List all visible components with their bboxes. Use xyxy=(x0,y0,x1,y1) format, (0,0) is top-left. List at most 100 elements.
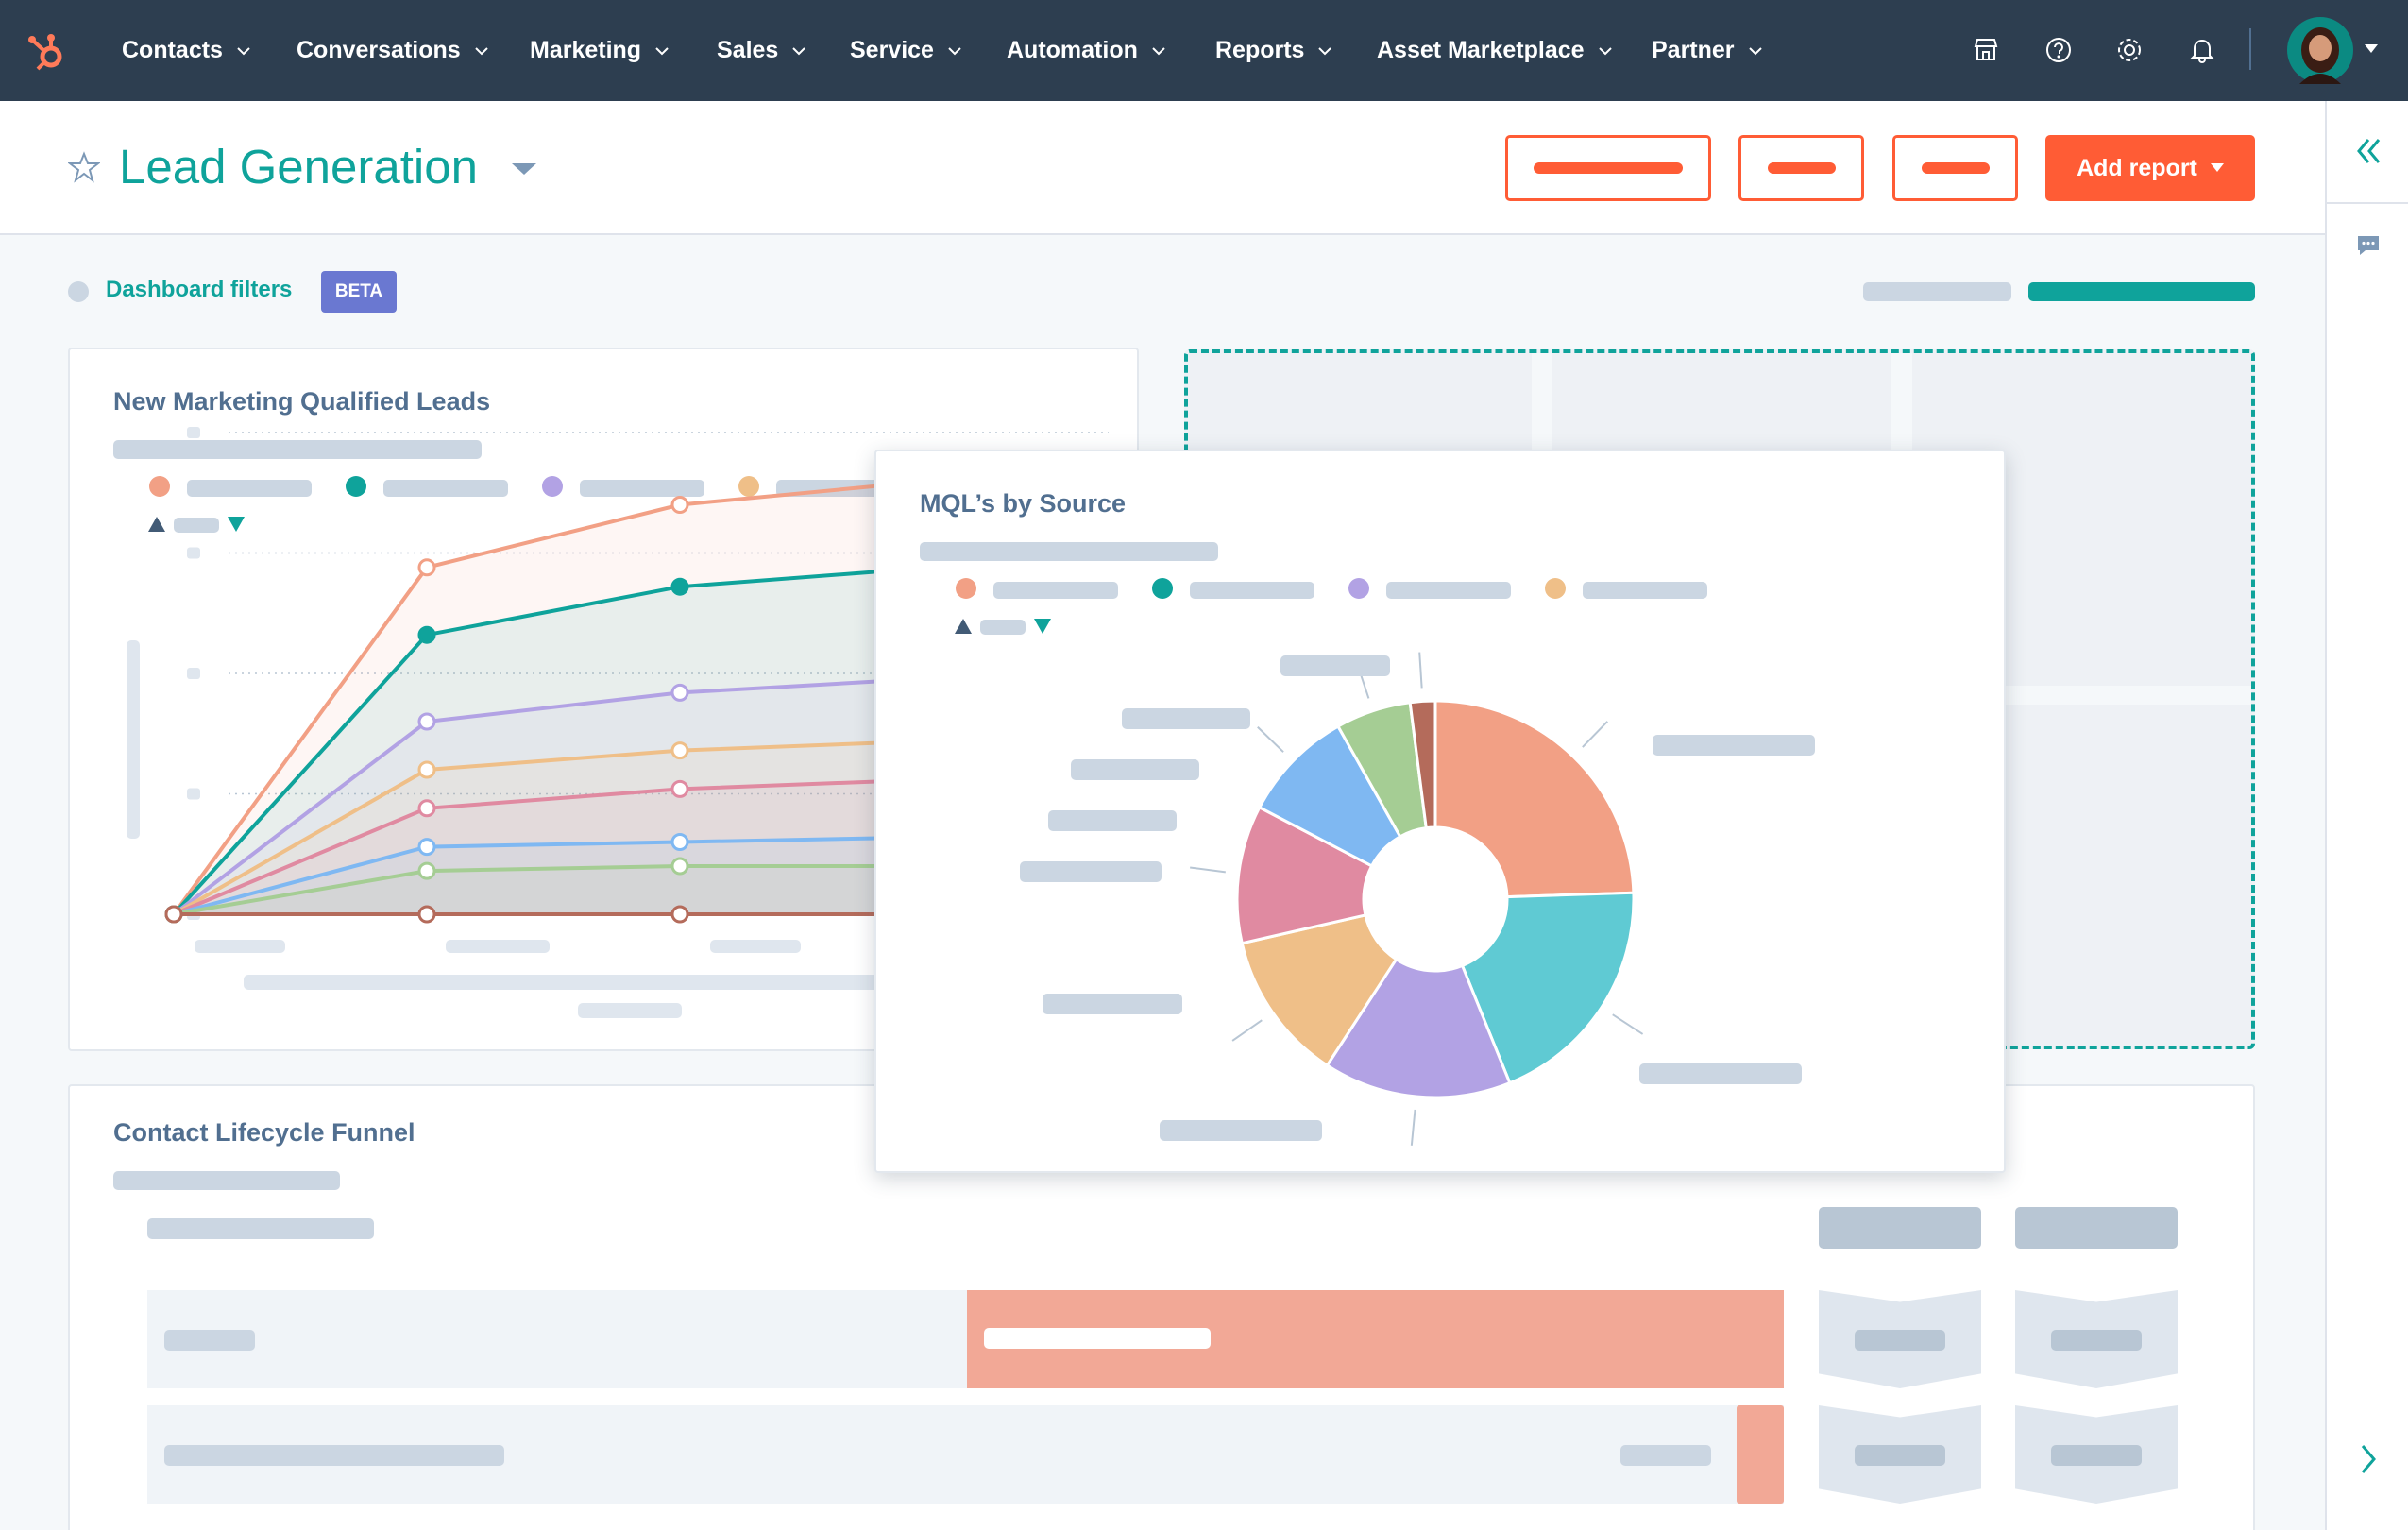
x-tick-placeholder xyxy=(710,940,801,953)
funnel-row[interactable] xyxy=(147,1290,1784,1388)
data-point xyxy=(670,779,689,798)
settings-icon[interactable] xyxy=(2114,35,2145,65)
user-avatar[interactable] xyxy=(2286,16,2354,84)
data-point xyxy=(417,712,436,731)
page-title: Lead Generation xyxy=(119,140,478,194)
chevron-down-icon xyxy=(1598,46,1612,55)
y-tick-placeholder xyxy=(187,788,200,800)
data-point xyxy=(417,799,436,818)
y-tick-placeholder xyxy=(187,427,200,438)
slice-leader-line xyxy=(1257,726,1284,753)
chevron-down-icon xyxy=(1152,46,1165,55)
card-title: Contact Lifecycle Funnel xyxy=(113,1118,415,1147)
chevron-down-icon xyxy=(1318,46,1332,55)
x-tick-placeholder xyxy=(446,940,550,953)
slice-leader-line xyxy=(1418,652,1423,688)
stage-label-placeholder xyxy=(164,1330,255,1351)
nav-partner-label: Partner xyxy=(1652,37,1735,63)
data-point xyxy=(670,905,689,924)
date-range-placeholder[interactable] xyxy=(1863,282,2011,301)
button-label-placeholder xyxy=(1534,162,1683,174)
conversion-value-placeholder xyxy=(2051,1445,2142,1466)
hubspot-logo-icon[interactable] xyxy=(26,32,66,72)
slice-label-placeholder xyxy=(1160,1120,1322,1141)
slice-label-placeholder xyxy=(1280,655,1390,676)
pie-slice xyxy=(1433,699,1636,899)
data-point xyxy=(417,558,436,577)
conversion-chevron xyxy=(2015,1290,2178,1388)
header-action-button[interactable] xyxy=(1738,135,1864,201)
header-action-button[interactable] xyxy=(1892,135,2018,201)
nav-automation[interactable]: Automation xyxy=(1007,0,1166,101)
filter-action-placeholder[interactable] xyxy=(2028,282,2255,301)
slice-label-placeholder xyxy=(1122,708,1250,729)
mql-donut-chart xyxy=(1190,652,1644,1146)
y-tick-placeholder xyxy=(187,668,200,679)
title-dropdown-caret-icon[interactable] xyxy=(510,162,538,177)
help-icon[interactable] xyxy=(2043,35,2074,65)
nav-automation-label: Automation xyxy=(1007,37,1138,63)
button-label-placeholder xyxy=(1921,162,1990,174)
marketplace-icon[interactable] xyxy=(1971,35,2001,65)
funnel-row[interactable] xyxy=(147,1405,1784,1504)
chat-icon[interactable] xyxy=(2355,232,2382,259)
slice-label-placeholder xyxy=(1043,994,1182,1014)
slice-leader-line xyxy=(1410,1109,1416,1146)
caret-down-icon[interactable] xyxy=(2365,44,2378,54)
x-axis-sublabel-placeholder xyxy=(578,1003,682,1018)
nav-asset-marketplace[interactable]: Asset Marketplace xyxy=(1377,0,1613,101)
data-point xyxy=(670,683,689,702)
nav-conversations-label: Conversations xyxy=(297,37,461,63)
nav-marketing[interactable]: Marketing xyxy=(530,0,670,101)
chevron-down-icon xyxy=(474,46,488,55)
data-point xyxy=(417,861,436,880)
nav-partner[interactable]: Partner xyxy=(1652,0,1763,101)
notifications-icon[interactable] xyxy=(2187,35,2217,65)
column-header-placeholder xyxy=(147,1218,374,1239)
nav-sales[interactable]: Sales xyxy=(717,0,806,101)
beta-badge: BETA xyxy=(321,271,397,313)
nav-reports[interactable]: Reports xyxy=(1215,0,1332,101)
slice-leader-line xyxy=(1190,866,1226,874)
slice-leader-line xyxy=(1582,721,1608,748)
slice-label-placeholder xyxy=(1020,861,1162,882)
nav-reports-label: Reports xyxy=(1215,37,1305,63)
collapse-double-chevron-icon[interactable] xyxy=(2353,136,2383,166)
nav-asset-marketplace-label: Asset Marketplace xyxy=(1377,37,1585,63)
data-point xyxy=(670,496,689,514)
bar-value-placeholder xyxy=(1620,1445,1711,1466)
dashboard-filters-link[interactable]: Dashboard filters xyxy=(106,277,292,303)
mql-by-source-card[interactable]: MQL’s by Source xyxy=(874,450,2006,1173)
x-tick-placeholder xyxy=(195,940,285,953)
slice-label-placeholder xyxy=(1653,735,1815,756)
nav-conversations[interactable]: Conversations xyxy=(297,0,489,101)
column-header-placeholder xyxy=(1819,1207,1981,1249)
conversion-value-placeholder xyxy=(1855,1330,1945,1351)
conversion-chevron xyxy=(2015,1405,2178,1504)
header-action-button[interactable] xyxy=(1505,135,1711,201)
button-label-placeholder xyxy=(1767,162,1836,174)
nav-contacts[interactable]: Contacts xyxy=(122,0,251,101)
slice-label-placeholder xyxy=(1048,810,1177,831)
star-icon[interactable] xyxy=(68,151,100,183)
conversion-chevron xyxy=(1819,1405,1981,1504)
data-point xyxy=(417,905,436,924)
data-point xyxy=(670,741,689,760)
add-report-button[interactable]: Add report xyxy=(2045,135,2255,201)
top-navigation-bar: Contacts Conversations Marketing Sales S… xyxy=(0,0,2408,101)
nav-service[interactable]: Service xyxy=(850,0,962,101)
slice-leader-line xyxy=(1231,1019,1263,1042)
card-subtitle-placeholder xyxy=(113,1171,340,1190)
y-tick-placeholder xyxy=(187,547,200,559)
chevron-down-icon xyxy=(792,46,806,55)
slice-label-placeholder xyxy=(1071,759,1199,780)
nav-marketing-label: Marketing xyxy=(530,37,642,63)
chevron-right-icon[interactable] xyxy=(2357,1442,2380,1476)
nav-service-label: Service xyxy=(850,37,934,63)
funnel-bar xyxy=(967,1290,1784,1388)
rail-divider xyxy=(2327,202,2408,204)
grid-gutter xyxy=(1532,353,1552,457)
data-point xyxy=(417,625,436,644)
chevron-down-icon xyxy=(1748,46,1762,55)
data-point xyxy=(670,857,689,876)
